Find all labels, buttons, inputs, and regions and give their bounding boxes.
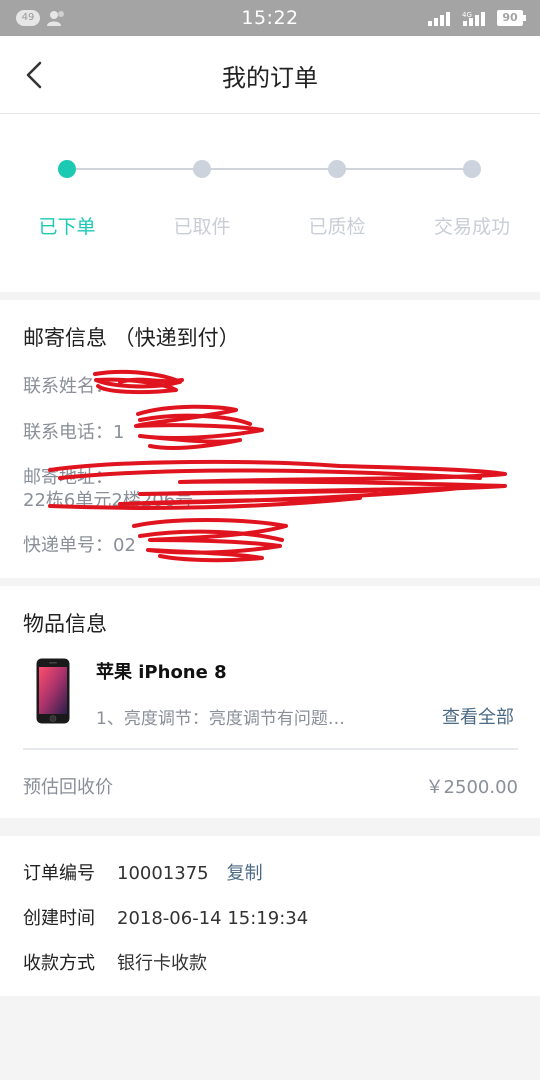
contact-name-field: 联系姓名： [23,372,113,398]
step-dot-1 [58,160,76,178]
product-name: 苹果 iPhone 8 [96,662,227,683]
contact-name-label: 联系姓名： [23,376,113,397]
order-number-row: 订单编号 10001375 复制 [23,859,263,885]
cellular-signal-icon: 4G [462,11,485,26]
contact-phone-value: 1 [113,422,125,443]
order-info-card: 订单编号 10001375 复制 创建时间 2018-06-14 15:19:34 收… [0,836,540,996]
mailing-address-label: 邮寄地址： [23,467,113,488]
created-time-value: 2018-06-14 15:19:34 [117,908,309,929]
iphone-image [36,658,70,724]
estimated-price-value: ￥2500.00 [425,777,518,798]
estimated-price-label: 预估回收价 [23,777,113,798]
payment-method-label: 收款方式 [23,953,95,974]
copy-button[interactable]: 复制 [227,863,263,884]
mailing-info-card: 邮寄信息 （快递到付） 联系姓名： 联系电话：1 邮寄地址： 22栋6单元2楼2… [0,300,540,578]
order-progress: 已下单 已取件 已质检 交易成功 [0,114,540,292]
step-label-inspected: 已质检 [308,216,366,238]
payment-method-value: 银行卡收款 [117,953,207,974]
mailing-address-line2: 22栋6单元2楼206号 [23,490,194,511]
tracking-number-value: 02 [113,535,136,556]
tracking-number-label: 快递单号： [23,535,113,556]
step-dot-2 [193,160,211,178]
order-number-label: 订单编号 [23,863,95,884]
contact-phone-field: 联系电话：1 [23,418,124,444]
wifi-signal-icon [428,12,450,26]
mailing-info-title: 邮寄信息 （快递到付） [23,326,240,350]
page-title: 我的订单 [222,64,318,92]
app-header: 我的订单 [0,36,540,114]
step-label-picked-up: 已取件 [173,216,231,238]
status-bar: 49 15:22 4G 90 [0,0,540,36]
step-label-completed: 交易成功 [433,216,510,238]
step-dot-4 [463,160,481,178]
contact-phone-label: 联系电话： [23,422,113,443]
payment-method-row: 收款方式 银行卡收款 [23,949,207,975]
progress-track [67,168,472,170]
item-info-title: 物品信息 [23,612,107,636]
created-time-label: 创建时间 [23,908,95,929]
product-issue-description: 1、亮度调节：亮度调节有问题… [96,709,345,729]
clock: 15:22 [241,7,299,29]
divider [23,748,518,750]
view-all-link[interactable]: 查看全部 [442,703,514,729]
step-dot-3 [328,160,346,178]
step-label-ordered: 已下单 [38,216,96,238]
network-type-label: 4G [462,11,472,19]
item-info-card: 物品信息 苹果 iPhone 8 1、亮度调节：亮度调节有问题… 查看全部 预估… [0,586,540,818]
tracking-number-field: 快递单号：02 [23,531,136,557]
order-number-value: 10001375 [117,863,209,884]
battery-icon: 90 [497,10,526,26]
created-time-row: 创建时间 2018-06-14 15:19:34 [23,904,308,930]
